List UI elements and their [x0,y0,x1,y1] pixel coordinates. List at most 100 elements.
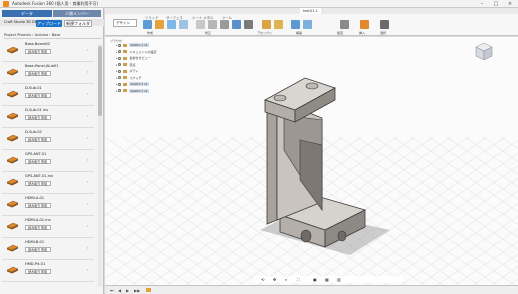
expand-icon[interactable]: ▸ [116,82,118,86]
file-menu-icon[interactable]: › [87,245,89,250]
viewports-icon[interactable]: ▥ [337,277,341,282]
select-menu[interactable]: 選択 [380,31,386,35]
fillet-icon[interactable] [208,20,217,29]
file-list-item[interactable]: HMD-Pit-01 読み取り専用 › [2,262,96,282]
tab-data[interactable]: データ [2,10,52,17]
file-list-item[interactable]: GPS-ANT-01 読み取り専用 › [2,152,96,172]
expand-icon[interactable]: ▸ [116,56,118,60]
grid-settings-icon[interactable]: ▦ [325,277,329,282]
sweep-icon[interactable] [179,20,188,29]
new-component-icon[interactable] [262,20,271,29]
create-menu[interactable]: 作成 [147,31,153,35]
file-thumbnail [6,156,19,164]
expand-icon[interactable]: ▸ [116,50,118,54]
workspace-dropdown[interactable]: デザイン [113,19,137,27]
breadcrumb-item[interactable]: Base [52,33,61,37]
file-menu-icon[interactable]: › [87,47,89,52]
press-pull-icon[interactable] [196,20,205,29]
timeline-feature-icon[interactable] [146,288,151,292]
file-menu-icon[interactable]: › [87,223,89,228]
file-list-item[interactable]: GPS-ANT-01-inv 読み取り専用 › [2,174,96,194]
file-menu-icon[interactable]: › [87,91,89,96]
new-sketch-icon[interactable] [143,20,152,29]
timeline-start-icon[interactable]: ⏮ [110,288,114,293]
assemble-menu[interactable]: アセンブリ [257,31,272,35]
read-only-badge: 読み取り専用 [25,225,51,230]
visibility-icon[interactable] [118,63,122,66]
expand-icon[interactable]: ▸ [116,69,118,73]
zoom-icon[interactable]: ⌕ [285,277,287,282]
read-only-badge: 読み取り専用 [25,71,51,76]
file-menu-icon[interactable]: › [87,201,89,206]
browser-node[interactable]: ▸ ドキュメントの設定 [116,50,157,55]
modify-menu[interactable]: 修正 [205,31,211,35]
breadcrumb-item[interactable]: Arduino [35,33,49,37]
file-list-item[interactable]: D-Sub-01 inv 読み取り専用 › [2,108,96,128]
file-list-item[interactable]: HDMI-A-01-inv 読み取り専用 › [2,218,96,238]
visibility-icon[interactable] [118,69,122,73]
file-menu-icon[interactable]: › [87,267,89,272]
file-menu-icon[interactable]: › [87,179,89,184]
browser-node[interactable]: ▸ test01-1 v1 [116,43,149,48]
file-menu-icon[interactable]: › [87,135,89,140]
visibility-icon[interactable] [118,89,122,92]
timeline-play-icon[interactable]: ▶ [126,288,129,293]
shell-icon[interactable] [232,20,241,29]
orbit-icon[interactable]: ⟲ [261,277,264,282]
insert-icon[interactable] [360,20,369,29]
inspect-menu[interactable]: 検査 [337,31,343,35]
visibility-icon[interactable] [118,82,122,86]
minimize-icon[interactable]: – [476,0,488,8]
3d-model-bracket[interactable] [240,60,400,260]
breadcrumb-item[interactable]: Project Phoenix [4,33,31,37]
expand-icon[interactable]: ▸ [116,63,118,67]
scrollbar-thumb[interactable] [98,46,102,116]
insert-menu[interactable]: 挿入 [359,31,365,35]
timeline-prev-icon[interactable]: ◀ [118,288,121,293]
file-list-item[interactable]: D-Sub-01 読み取り専用 › [2,86,96,106]
revolve-icon[interactable] [167,20,176,29]
file-menu-icon[interactable]: › [87,157,89,162]
browser-node[interactable]: ▸ スケッチ [116,76,142,81]
timeline-next-icon[interactable]: ▶▶ [134,288,140,293]
extrude-icon[interactable] [155,20,164,29]
file-list-item[interactable]: Base-Panel-Alue01 読み取り専用 › [2,64,96,84]
move-icon[interactable] [244,20,253,29]
joint-icon[interactable] [274,20,283,29]
browser-node[interactable]: ▸ test01:1 v1 [116,88,149,94]
browser-node[interactable]: ▸ ボディ [116,69,138,74]
browser-node[interactable]: ▸ 原点 [116,63,136,68]
offset-plane-icon[interactable] [291,20,300,29]
browser-node[interactable]: ▸ 名前付きビュー [116,56,151,61]
fit-icon[interactable]: ⛶ [297,277,300,282]
browser-node[interactable]: ▸ test01:1 v1 [116,82,149,87]
close-icon[interactable]: × [504,0,516,8]
chamfer-icon[interactable] [220,20,229,29]
expand-icon[interactable]: ▸ [116,89,118,93]
view-cube[interactable] [470,40,494,62]
file-menu-icon[interactable]: › [87,69,89,74]
pan-icon[interactable]: ✥ [273,277,276,282]
visibility-icon[interactable] [118,76,122,79]
select-icon[interactable] [380,20,389,29]
tab-people[interactable]: 人物メンバー [53,10,101,17]
expand-icon[interactable]: ▸ [116,76,118,80]
file-list-item[interactable]: Base-Board02 読み取り専用 › [2,42,96,62]
upload-button[interactable]: アップロード [36,20,62,27]
document-tab[interactable]: test01-1 [300,8,321,14]
file-list-item[interactable]: HDMI-B-01 読み取り専用 › [2,240,96,260]
file-list-item[interactable]: HDMI-A-01 読み取り専用 › [2,196,96,216]
file-list-item[interactable]: D-Sub-02 読み取り専用 › [2,130,96,150]
axis-icon[interactable] [303,20,312,29]
new-folder-button[interactable]: 新規フォルダ [64,20,92,27]
display-settings-icon[interactable]: ▣ [313,277,317,282]
maximize-icon[interactable]: □ [490,0,502,8]
folder-icon [123,69,128,73]
visibility-icon[interactable] [118,56,122,60]
expand-icon[interactable]: ▸ [116,43,118,47]
visibility-icon[interactable] [118,43,122,47]
visibility-icon[interactable] [118,50,122,53]
measure-icon[interactable] [340,20,349,29]
file-menu-icon[interactable]: › [87,113,89,118]
construct-menu[interactable]: 構築 [296,31,302,35]
